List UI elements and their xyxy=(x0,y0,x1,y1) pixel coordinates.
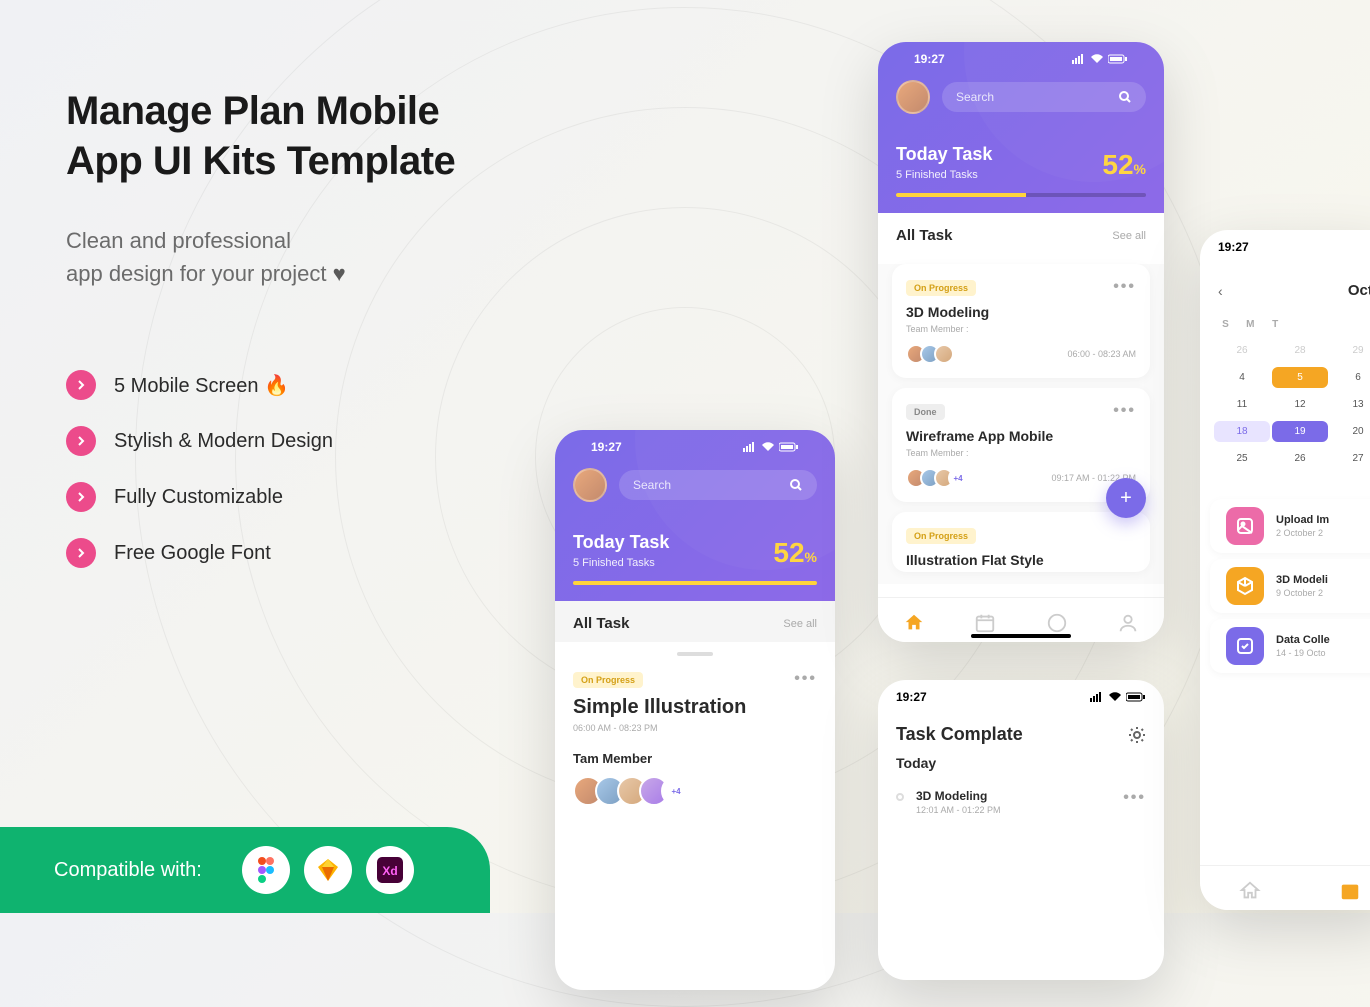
more-icon[interactable]: ••• xyxy=(1113,278,1136,296)
chevron-right-icon xyxy=(66,482,96,512)
see-all-link[interactable]: See all xyxy=(783,618,817,630)
calendar-day[interactable]: 20 xyxy=(1330,421,1370,442)
orange-icon xyxy=(1226,567,1264,605)
all-task-title: All Task xyxy=(573,615,629,632)
calendar-day[interactable]: 18 xyxy=(1214,421,1270,442)
pink-icon xyxy=(1226,507,1264,545)
home-icon[interactable] xyxy=(903,612,925,634)
chevron-right-icon xyxy=(66,538,96,568)
main-title: Manage Plan Mobile App UI Kits Template xyxy=(66,86,566,186)
profile-icon[interactable] xyxy=(1117,612,1139,634)
feature-item: 5 Mobile Screen 🔥 xyxy=(66,370,566,400)
prev-month-button[interactable]: ‹ xyxy=(1218,283,1223,299)
status-time: 19:27 xyxy=(896,690,927,704)
status-time: 19:27 xyxy=(1218,240,1249,254)
avatar[interactable] xyxy=(573,468,607,502)
status-icons xyxy=(1072,54,1128,64)
search-input[interactable]: Search xyxy=(619,470,817,500)
status-time: 19:27 xyxy=(914,52,945,66)
phone-screen-4: 19:27 20 ‹ Octo S M T 262829456111213181… xyxy=(1200,230,1370,910)
upload-item[interactable]: 3D Modeli9 October 2 xyxy=(1210,559,1370,613)
phone-screen-3: 19:27 Task Complate Today 3D Modeling 12… xyxy=(878,680,1164,980)
compatibility-bar: Compatible with: Xd xyxy=(0,827,490,913)
status-icons xyxy=(1090,692,1146,702)
task-name: Simple Illustration xyxy=(573,696,817,719)
home-icon[interactable] xyxy=(1239,880,1261,902)
phone-screen-1: 19:27 Search Today Task 5 Finished Tasks… xyxy=(555,430,835,990)
upload-item[interactable]: Data Colle14 - 19 Octo xyxy=(1210,619,1370,673)
status-icons xyxy=(743,442,799,452)
percent-value: 52% xyxy=(773,537,817,569)
heart-icon: ♥ xyxy=(333,261,346,286)
xd-icon: Xd xyxy=(366,846,414,894)
calendar-day[interactable]: 12 xyxy=(1272,394,1328,415)
add-button[interactable]: + xyxy=(1106,478,1146,518)
calendar-day[interactable]: 13 xyxy=(1330,394,1370,415)
calendar-day[interactable]: 4 xyxy=(1214,367,1270,388)
search-icon xyxy=(1118,90,1132,104)
calendar-day[interactable]: 25 xyxy=(1214,448,1270,469)
calendar-day[interactable]: 26 xyxy=(1214,340,1270,361)
timeline-dot-icon xyxy=(896,793,904,801)
chevron-right-icon xyxy=(66,426,96,456)
calendar-grid: S M T xyxy=(1200,309,1370,340)
search-input[interactable]: Search xyxy=(942,82,1146,112)
task-card[interactable]: On Progress Illustration Flat Style xyxy=(892,512,1150,572)
calendar-day[interactable]: 27 xyxy=(1330,448,1370,469)
calendar-day[interactable]: 5 xyxy=(1272,367,1328,388)
calendar-day[interactable]: 19 xyxy=(1272,421,1328,442)
progress-bar xyxy=(573,581,817,585)
calendar-icon[interactable] xyxy=(974,612,996,634)
today-task-title: Today Task xyxy=(573,532,669,553)
timeline-item[interactable]: 3D Modeling 12:01 AM - 01:22 PM ••• xyxy=(878,777,1164,827)
subtitle: Clean and professional app design for yo… xyxy=(66,224,566,290)
grabber[interactable] xyxy=(677,652,713,656)
avatar[interactable] xyxy=(896,80,930,114)
team-avatars: +4 xyxy=(573,776,817,806)
chevron-right-icon xyxy=(66,370,96,400)
sketch-icon xyxy=(304,846,352,894)
calendar-day[interactable]: 11 xyxy=(1214,394,1270,415)
feature-item: Stylish & Modern Design xyxy=(66,426,566,456)
calendar-day[interactable]: 6 xyxy=(1330,367,1370,388)
feature-item: Fully Customizable xyxy=(66,482,566,512)
bottom-nav xyxy=(1200,865,1370,910)
see-all-link[interactable]: See all xyxy=(1112,230,1146,242)
chat-icon[interactable] xyxy=(1046,612,1068,634)
purple-icon xyxy=(1226,627,1264,665)
more-icon[interactable]: ••• xyxy=(794,670,817,688)
home-indicator xyxy=(971,634,1071,638)
more-icon[interactable]: ••• xyxy=(1123,789,1146,807)
more-icon[interactable]: ••• xyxy=(1113,402,1136,420)
settings-icon[interactable] xyxy=(1128,726,1146,744)
status-time: 19:27 xyxy=(591,440,622,454)
search-icon xyxy=(789,478,803,492)
calendar-icon[interactable] xyxy=(1339,880,1361,902)
task-card[interactable]: On Progress ••• 3D Modeling Team Member … xyxy=(892,264,1150,378)
figma-icon xyxy=(242,846,290,894)
feature-item: Free Google Font xyxy=(66,538,566,568)
feature-list: 5 Mobile Screen 🔥 Stylish & Modern Desig… xyxy=(66,370,566,568)
today-task-subtitle: 5 Finished Tasks xyxy=(573,557,669,569)
phone-screen-2: 19:27 Search Today Task 5 Finished Tasks… xyxy=(878,42,1164,642)
svg-text:Xd: Xd xyxy=(382,864,397,878)
calendar-day[interactable]: 28 xyxy=(1272,340,1328,361)
calendar-day[interactable]: 26 xyxy=(1272,448,1328,469)
upload-item[interactable]: Upload Im2 October 2 xyxy=(1210,499,1370,553)
calendar-day[interactable]: 29 xyxy=(1330,340,1370,361)
